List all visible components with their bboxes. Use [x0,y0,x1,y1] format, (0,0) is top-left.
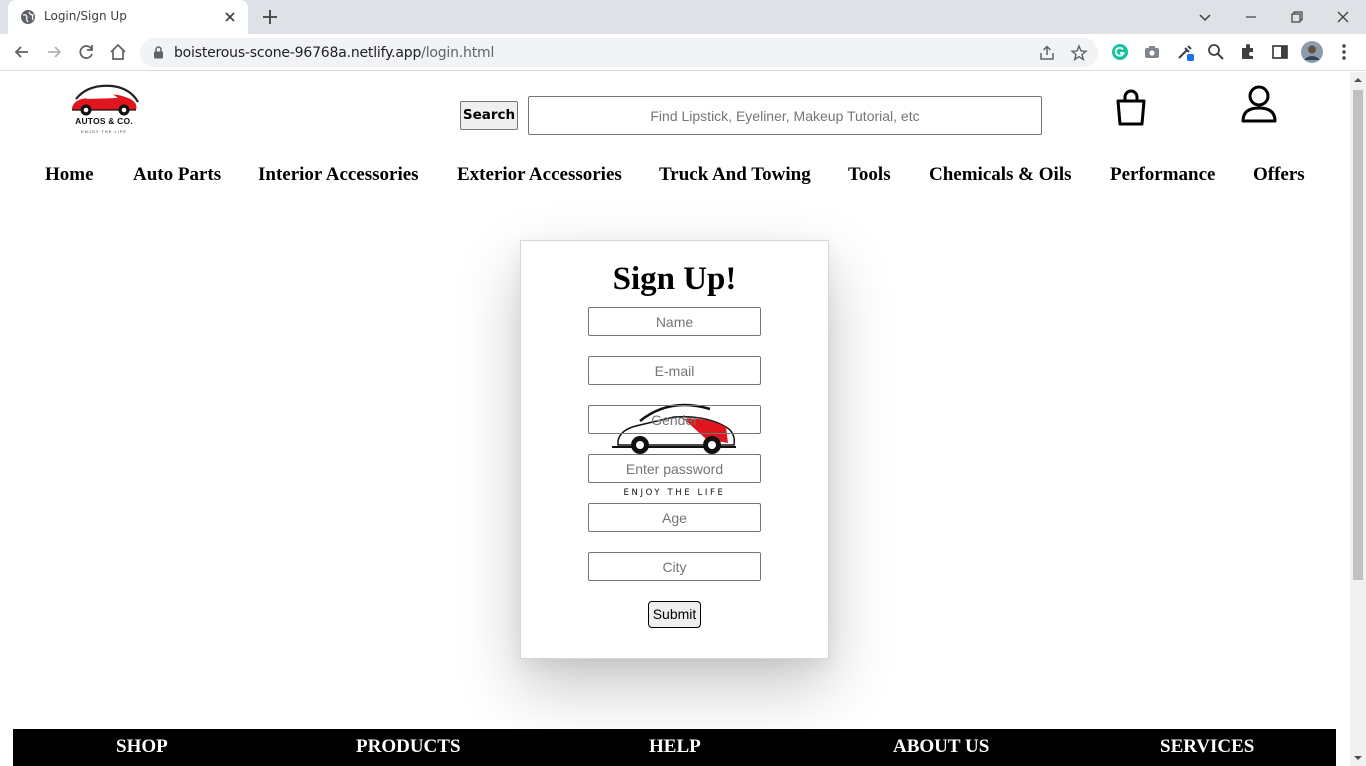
logo-name: AUTOS & CO. [75,116,133,126]
nav-item-exterior-accessories[interactable]: Exterior Accessories [457,164,622,186]
url-path: /login.html [421,45,495,61]
footer-item-products[interactable]: PRODUCTS [356,736,461,758]
search-button[interactable]: Search [460,101,518,130]
menu-dots-icon[interactable] [1334,42,1354,62]
page-scrollbar[interactable] [1350,72,1366,766]
reload-icon[interactable] [76,42,96,62]
footer-bar: SHOP PRODUCTS HELP ABOUT US SERVICES [13,729,1336,766]
signup-logo-tagline: ENJOY THE LIFE [623,488,726,498]
share-icon[interactable] [1038,44,1056,62]
footer-item-shop[interactable]: SHOP [116,736,168,758]
nav-item-chemicals-oils[interactable]: Chemicals & Oils [929,164,1072,186]
nav-item-interior-accessories[interactable]: Interior Accessories [258,164,419,186]
nav-item-performance[interactable]: Performance [1110,164,1216,186]
back-arrow-icon[interactable] [12,42,32,62]
chevron-down-icon[interactable] [1194,6,1216,28]
gender-field[interactable] [588,405,761,434]
scroll-up-icon[interactable] [1354,76,1362,84]
browser-tab-bar: Login/Sign Up [0,0,1366,34]
signup-title: Sign Up! [612,261,737,297]
web-page: AUTOS & CO. ENJOY THE LIFE Search Home A… [0,72,1350,766]
city-field[interactable] [588,552,761,581]
scroll-thumb[interactable] [1353,90,1363,580]
logo-tagline: ENJOY THE LIFE [81,129,127,134]
side-panel-icon[interactable] [1270,42,1290,62]
lock-icon [154,46,163,59]
main-navigation: Home Auto Parts Interior Accessories Ext… [0,164,1350,192]
eyedropper-icon[interactable] [1175,42,1195,62]
nav-item-truck-and-towing[interactable]: Truck And Towing [659,164,811,186]
camera-icon[interactable] [1142,42,1162,62]
password-field[interactable] [588,454,761,483]
close-icon[interactable] [222,9,238,25]
nav-item-home[interactable]: Home [45,164,94,186]
submit-button[interactable]: Submit [648,601,701,628]
url-text: boisterous-scone-96768a.netlify.app/logi… [174,45,494,61]
nav-item-auto-parts[interactable]: Auto Parts [133,164,221,186]
user-icon[interactable] [1240,84,1278,124]
nav-item-offers[interactable]: Offers [1253,164,1305,186]
tab-title: Login/Sign Up [44,9,127,23]
footer-item-help[interactable]: HELP [649,736,701,758]
browser-tab[interactable]: Login/Sign Up [8,0,248,34]
age-field[interactable] [588,503,761,532]
new-tab-icon[interactable] [261,8,279,26]
extensions-icon[interactable] [1238,42,1258,62]
home-icon[interactable] [108,42,128,62]
shopping-bag-icon[interactable] [1114,89,1148,127]
zoom-icon[interactable] [1206,42,1226,62]
footer-item-services[interactable]: SERVICES [1160,736,1254,758]
restore-icon[interactable] [1286,6,1308,28]
footer-item-about-us[interactable]: ABOUT US [893,736,989,758]
nav-item-tools[interactable]: Tools [848,164,891,186]
url-host: boisterous-scone-96768a.netlify.app [174,45,422,61]
name-field[interactable] [588,307,761,336]
signup-card: Sign Up! ENJOY THE LIFE Submit [520,240,829,659]
car-logo-icon [72,84,139,116]
browser-toolbar: boisterous-scone-96768a.netlify.app/logi… [0,34,1366,71]
brand-logo[interactable]: AUTOS & CO. ENJOY THE LIFE [66,82,142,138]
scroll-down-icon[interactable] [1354,754,1362,762]
email-field[interactable] [588,356,761,385]
profile-avatar[interactable] [1301,41,1323,63]
minimize-icon[interactable] [1240,6,1262,28]
window-close-icon[interactable] [1332,6,1354,28]
search-input[interactable] [528,96,1042,135]
forward-arrow-icon[interactable] [44,42,64,62]
grammarly-icon[interactable] [1110,42,1130,62]
star-icon[interactable] [1070,44,1088,62]
globe-icon [21,10,35,24]
address-bar[interactable]: boisterous-scone-96768a.netlify.app/logi… [140,38,1098,67]
